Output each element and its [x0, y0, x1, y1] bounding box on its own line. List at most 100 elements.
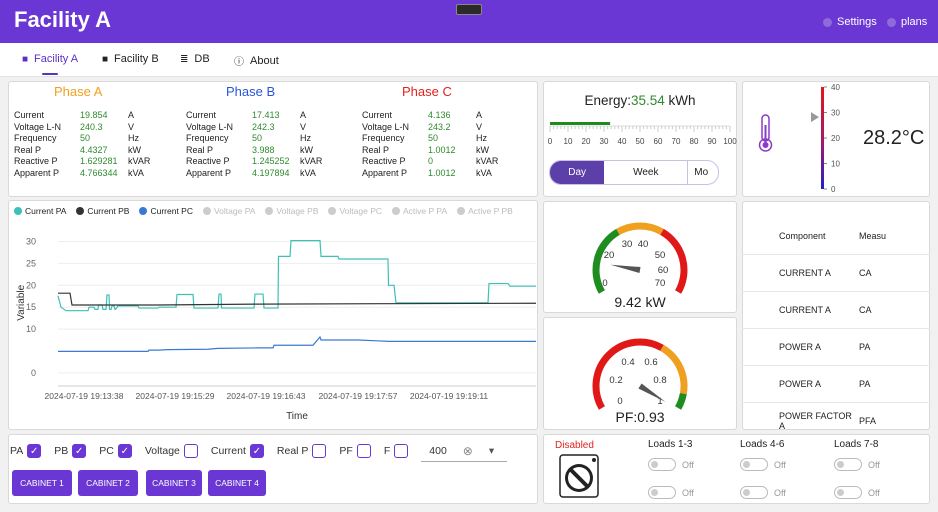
reading-value: 242.3 [252, 121, 275, 132]
load-toggle[interactable] [834, 458, 862, 471]
reading-label: Reactive P [362, 156, 406, 166]
tab-facility-a[interactable]: ■ Facility A [22, 53, 78, 65]
period-week-button[interactable]: Week [604, 161, 689, 184]
power-gauge-tick-label: 0 [602, 278, 607, 289]
x-tick-label: 2024-07-19 19:13:38 [45, 391, 124, 401]
reading-unit: kW [476, 144, 489, 155]
load-toggle[interactable] [648, 486, 676, 499]
series-toggles: PA ✓ PB ✓ PC ✓ Voltage Current ✓ Real P PF F 400 ⊗ ▾ [10, 440, 508, 462]
series-checkbox[interactable] [183, 444, 198, 458]
building-icon: ■ [102, 53, 109, 65]
period-day-button[interactable]: Day [550, 161, 605, 184]
component-row: CURRENT A CA [742, 255, 930, 292]
legend-label: Voltage PB [276, 206, 319, 216]
phase-row: Apparent P 1.0012 kVA [362, 168, 500, 180]
legend-item[interactable]: Voltage PC [328, 206, 382, 216]
settings-button[interactable]: Settings [823, 16, 877, 28]
tab-facility-b[interactable]: ■ Facility B [102, 53, 159, 65]
legend-item[interactable]: Voltage PB [265, 206, 318, 216]
clear-icon[interactable]: ⊗ [463, 444, 473, 458]
series-checkbox[interactable]: ✓ [72, 444, 87, 458]
reading-unit: kVA [476, 167, 492, 178]
component-measure: CA [859, 305, 872, 315]
toggle-label: Voltage [144, 445, 180, 457]
legend-label: Current PB [87, 206, 130, 216]
reading-unit: kVA [128, 167, 144, 178]
component-name: CURRENT A [779, 268, 831, 278]
reading-label: Real P [14, 144, 42, 155]
limit-select[interactable]: 400 ⊗ ▾ [421, 440, 508, 462]
chevron-down-icon[interactable]: ▾ [489, 445, 494, 457]
tab-label: Facility B [114, 53, 159, 65]
user-button[interactable]: plans [887, 16, 927, 28]
legend-label: Active P PA [403, 206, 448, 216]
chart-legend: Current PA Current PB Current PC Voltage PA… [14, 206, 513, 216]
reading-label: Voltage L-N [362, 121, 410, 132]
legend-item[interactable]: Voltage PA [202, 206, 255, 216]
load-toggle-row: Off [740, 486, 786, 499]
pf-gauge-tick-label: 0.6 [644, 357, 657, 368]
reading-value: 4.197894 [252, 167, 290, 178]
reading-label: Apparent P [14, 167, 60, 178]
legend-item[interactable]: Current PA [14, 206, 66, 216]
period-selector: Day Week Mo [549, 160, 719, 185]
reading-label: Reactive P [14, 156, 58, 166]
reading-label: Apparent P [186, 167, 232, 178]
cabinet-button[interactable]: CABINET 1 [12, 470, 72, 496]
toggle-label: Current [210, 445, 246, 457]
load-toggle[interactable] [648, 458, 676, 471]
reading-label: Voltage L-N [186, 121, 234, 132]
phase-row: Apparent P 4.766344 kVA [14, 168, 152, 180]
series-checkbox[interactable] [394, 444, 409, 458]
reading-value: 3.988 [252, 144, 275, 155]
load-toggle-row: Off [740, 458, 786, 471]
cabinet-button[interactable]: CABINET 2 [78, 470, 138, 496]
cabinet-button[interactable]: CABINET 4 [208, 470, 266, 496]
y-axis-label: Variable [16, 284, 27, 320]
cabinet-button[interactable]: CABINET 3 [146, 470, 202, 496]
reading-value: 50 [80, 133, 91, 143]
series-checkbox[interactable] [356, 444, 371, 458]
series-checkbox[interactable]: ✓ [27, 444, 42, 458]
load-toggle-label: Off [682, 487, 694, 498]
temperature-scale-label: 20 [831, 134, 840, 143]
legend-swatch [328, 207, 337, 215]
series-checkbox[interactable]: ✓ [249, 444, 264, 458]
load-group-title: Loads 7-8 [834, 439, 879, 450]
component-table-header: Component Measu [742, 218, 930, 255]
component-header: Component [779, 231, 826, 241]
temperature-scale-label: 30 [831, 109, 840, 118]
load-toggle[interactable] [740, 486, 768, 499]
energy-fill [550, 122, 611, 125]
legend-item[interactable]: Current PC [139, 206, 193, 216]
legend-item[interactable]: Current PB [76, 206, 129, 216]
load-toggle-row: Off [834, 458, 880, 471]
load-toggle-row: Off [834, 486, 880, 499]
x-axis-label: Time [286, 411, 308, 422]
component-row: POWER A PA [742, 329, 930, 366]
load-toggle[interactable] [834, 486, 862, 499]
building-icon: ■ [22, 53, 29, 65]
y-tick-label: 0 [31, 368, 36, 378]
phase-table: Current 4.136 A Voltage L-N 243.2 V Frequency 5… [362, 110, 500, 179]
period-month-button[interactable]: Mo [688, 161, 718, 184]
legend-item[interactable]: Active P PB [457, 206, 513, 216]
reading-label: Real P [362, 144, 390, 155]
series-line-current-pb [58, 292, 537, 306]
component-measure: CA [859, 268, 872, 278]
tab-db[interactable]: ≣ DB [180, 53, 210, 65]
temperature-scale-label: 10 [831, 160, 840, 169]
series-checkbox[interactable] [312, 444, 327, 458]
series-checkbox[interactable]: ✓ [117, 444, 132, 458]
component-measure: PA [859, 342, 871, 352]
reading-unit: kW [300, 144, 313, 155]
tab-about[interactable]: ⓘ About [234, 53, 279, 69]
y-tick-label: 25 [26, 258, 36, 268]
rotary-switch-icon[interactable] [559, 454, 599, 498]
reading-unit: kVAR [128, 156, 151, 166]
window-notch [456, 4, 482, 15]
load-toggle[interactable] [740, 458, 768, 471]
legend-item[interactable]: Active P PA [392, 206, 447, 216]
load-group-title: Loads 1-3 [648, 439, 693, 450]
energy-scale-label: 90 [708, 137, 717, 146]
